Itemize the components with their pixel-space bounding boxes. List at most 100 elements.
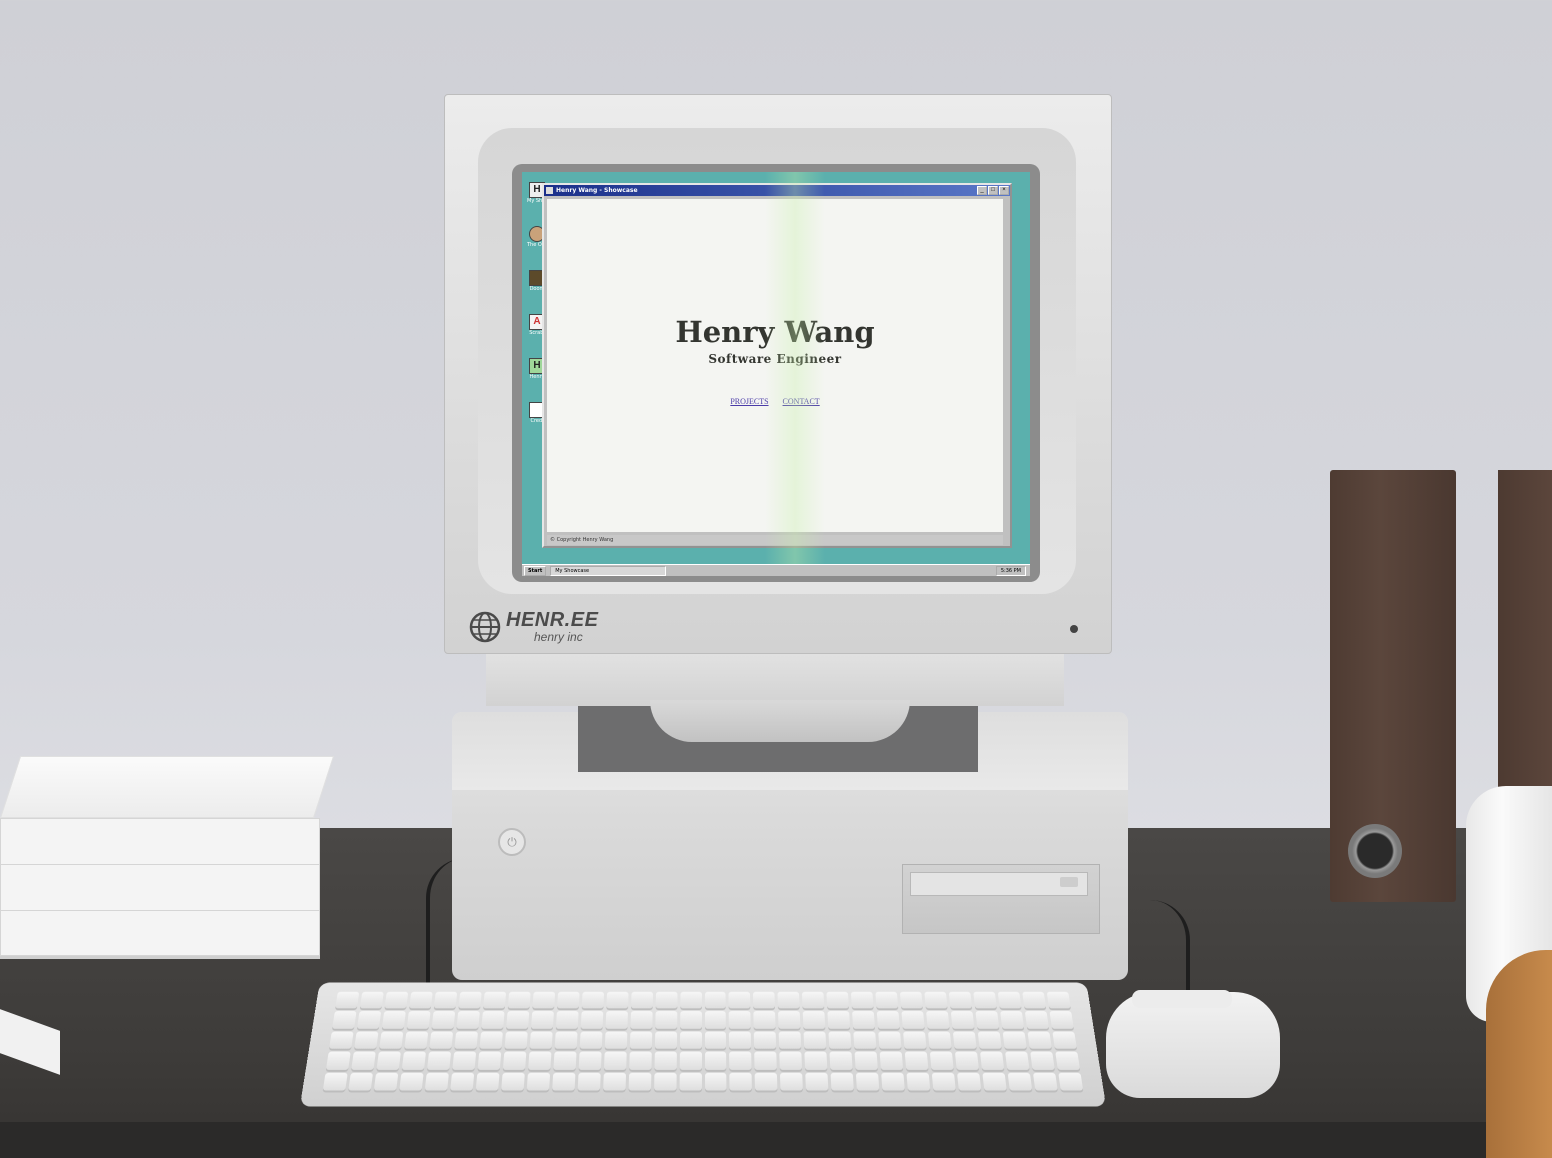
keyboard-key <box>877 1011 901 1029</box>
keyboard-key <box>729 1051 752 1070</box>
paper-stack <box>0 818 320 866</box>
keyboard-key <box>1049 1011 1074 1029</box>
keyboard-key <box>500 1072 525 1091</box>
keyboard-key <box>579 1031 603 1049</box>
keyboard-key <box>948 991 973 1009</box>
keyboard-key <box>504 1031 528 1049</box>
keyboard-key <box>827 1011 851 1029</box>
keyboard-key <box>356 1011 382 1029</box>
keyboard-key <box>704 991 727 1009</box>
keyboard-key <box>826 991 850 1009</box>
mouse-cable <box>1126 900 1190 1000</box>
minimize-button[interactable]: _ <box>977 186 987 195</box>
window-titlebar[interactable]: Henry Wang - Showcase _ □ × <box>544 185 1010 196</box>
keyboard-key <box>580 1011 603 1029</box>
keyboard-key <box>754 1051 778 1070</box>
keyboard-key <box>532 991 555 1009</box>
keyboard-key <box>431 1011 456 1029</box>
keyboard-key <box>997 991 1022 1009</box>
system-clock: 5:36 PM <box>995 565 1026 576</box>
keyboard-key <box>704 1051 727 1070</box>
keyboard-key <box>755 1072 778 1091</box>
keyboard-key <box>322 1072 348 1091</box>
binder-ring-hole <box>1348 824 1402 878</box>
keyboard-key <box>924 991 948 1009</box>
keyboard-key <box>581 991 604 1009</box>
keyboard-key <box>458 991 482 1009</box>
keyboard-key <box>654 1051 677 1070</box>
keyboard-key <box>778 1011 801 1029</box>
keyboard-key <box>929 1051 954 1070</box>
keyboard-key <box>481 1011 505 1029</box>
power-button[interactable]: ⏻ <box>498 828 526 856</box>
keyboard-key <box>679 1031 702 1049</box>
close-button[interactable]: × <box>999 186 1009 195</box>
keyboard-key <box>704 1011 727 1029</box>
keyboard-key <box>777 991 800 1009</box>
keyboard-key <box>1000 1011 1025 1029</box>
keyboard-key <box>928 1031 952 1049</box>
keyboard-key <box>404 1031 429 1049</box>
hand <box>1486 950 1552 1158</box>
monitor-power-led <box>1070 625 1078 633</box>
keyboard-key <box>901 1011 925 1029</box>
app-icon <box>546 187 553 194</box>
maximize-button[interactable]: □ <box>988 186 998 195</box>
keyboard-key <box>1002 1031 1027 1049</box>
keyboard-key <box>628 1072 651 1091</box>
screen-desktop: H My Show The Ori Tod Doom A Scrabl H He… <box>522 172 1030 576</box>
keyboard-key <box>1007 1072 1033 1091</box>
contact-link[interactable]: CONTACT <box>783 397 820 406</box>
keyboard-key <box>655 991 678 1009</box>
keyboard-key <box>554 1031 578 1049</box>
keyboard-key <box>653 1072 677 1091</box>
window-title: Henry Wang - Showcase <box>556 187 638 194</box>
eject-button[interactable] <box>1060 877 1078 887</box>
keyboard-key <box>332 1011 357 1029</box>
keyboard-key <box>679 1011 702 1029</box>
keyboard-key <box>406 1011 431 1029</box>
keyboard-key <box>555 1011 579 1029</box>
keyboard-key <box>1058 1072 1084 1091</box>
window-statusbar: © Copyright Henry Wang <box>547 535 1003 545</box>
keyboard-key <box>477 1051 502 1070</box>
keyboard-key <box>679 991 702 1009</box>
start-button[interactable]: Start <box>524 565 547 576</box>
keyboard-key <box>1022 991 1047 1009</box>
binder <box>1498 470 1552 795</box>
keyboard-key <box>409 991 433 1009</box>
keyboard-key <box>329 1031 354 1049</box>
keyboard-key <box>957 1072 982 1091</box>
monitor-brand-name: HENR.EE <box>506 609 599 631</box>
keyboard-key <box>604 1031 627 1049</box>
keyboard-key <box>906 1072 931 1091</box>
keyboard-key <box>450 1072 475 1091</box>
desk-edge <box>0 1122 1552 1158</box>
keyboard-key <box>1046 991 1071 1009</box>
keyboard-key <box>853 1031 877 1049</box>
keyboard-key <box>973 991 997 1009</box>
keyboard-key <box>805 1072 829 1091</box>
keyboard-key <box>376 1051 401 1070</box>
keyboard-key <box>527 1051 552 1070</box>
keyboard-key <box>980 1051 1005 1070</box>
hero-role: Software Engineer <box>708 352 842 366</box>
projects-link[interactable]: PROJECTS <box>730 397 768 406</box>
keyboard-key <box>851 991 874 1009</box>
keyboard-key <box>1024 1011 1049 1029</box>
keyboard-key <box>399 1072 424 1091</box>
keyboard-key <box>900 991 924 1009</box>
monitor-brand-sub: henry inc <box>534 630 583 644</box>
showcase-window: Henry Wang - Showcase _ □ × Henry Wang S… <box>542 183 1012 548</box>
taskbar-item-my-showcase[interactable]: My Showcase <box>550 565 667 576</box>
keyboard-key <box>456 1011 480 1029</box>
taskbar: Start My Showcase 5:36 PM <box>522 564 1030 576</box>
keyboard-key <box>679 1072 702 1091</box>
keyboard-key <box>479 1031 503 1049</box>
keyboard-key <box>605 991 629 1009</box>
keyboard-key <box>852 1011 876 1029</box>
monitor-stand <box>650 700 910 742</box>
keyboard-key <box>381 1011 406 1029</box>
paper-stack-top <box>0 756 335 818</box>
keyboard-key <box>931 1072 956 1091</box>
